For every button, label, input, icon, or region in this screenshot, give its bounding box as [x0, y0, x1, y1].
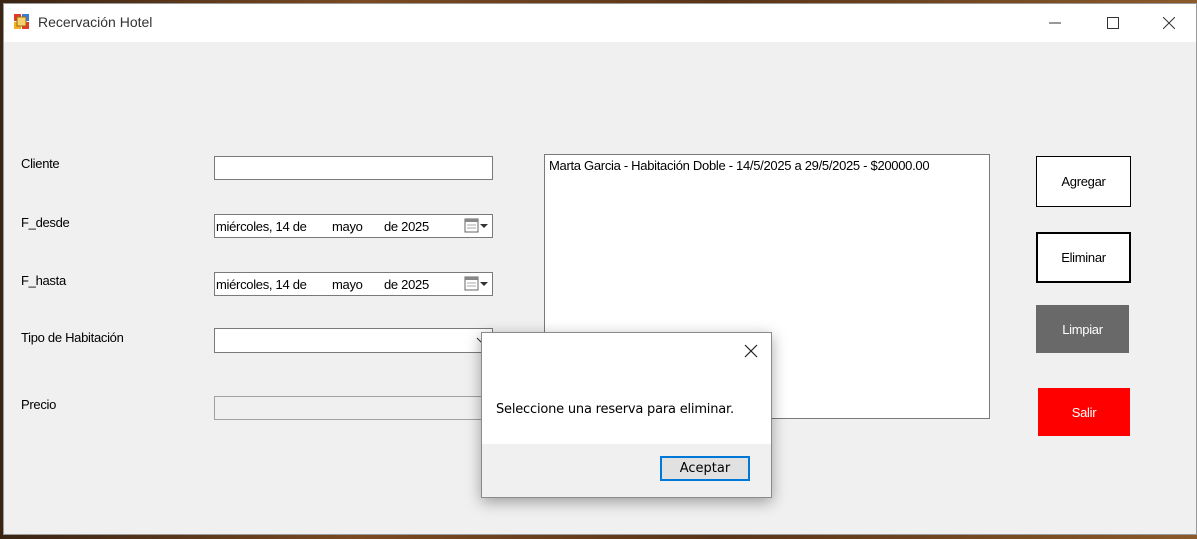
cliente-label: Cliente	[21, 156, 60, 171]
minimize-icon	[1049, 22, 1061, 24]
minimize-button[interactable]	[1026, 4, 1084, 42]
f-hasta-year: de 2025	[384, 277, 429, 292]
tipo-habitacion-label: Tipo de Habitación	[21, 330, 124, 345]
calendar-dropdown-icon[interactable]	[464, 276, 490, 292]
dialog-footer: Aceptar	[482, 444, 771, 497]
f-desde-year: de 2025	[384, 219, 429, 234]
list-item[interactable]: Marta Garcia - Habitación Doble - 14/5/2…	[549, 158, 930, 173]
salir-button[interactable]: Salir	[1038, 388, 1130, 436]
f-desde-label: F_desde	[21, 215, 70, 230]
cliente-input[interactable]	[214, 156, 493, 180]
f-hasta-datepicker[interactable]: miércoles, 14 de mayo de 2025	[214, 272, 493, 296]
title-bar[interactable]: Recervación Hotel	[4, 4, 1196, 42]
calendar-dropdown-icon[interactable]	[464, 218, 490, 234]
f-hasta-day: miércoles, 14 de	[216, 277, 307, 292]
precio-input[interactable]	[214, 396, 493, 420]
aceptar-button[interactable]: Aceptar	[660, 456, 750, 481]
precio-label: Precio	[21, 397, 57, 412]
close-icon[interactable]	[743, 343, 759, 359]
close-button[interactable]	[1140, 4, 1197, 42]
f-desde-month: mayo	[332, 219, 363, 234]
message-dialog: Seleccione una reserva para eliminar. Ac…	[481, 332, 772, 498]
tipo-habitacion-combobox[interactable]	[214, 328, 493, 353]
agregar-button[interactable]: Agregar	[1036, 156, 1131, 207]
maximize-button[interactable]	[1084, 4, 1142, 42]
f-desde-day: miércoles, 14 de	[216, 219, 307, 234]
close-icon	[1163, 17, 1175, 29]
f-hasta-label: F_hasta	[21, 273, 66, 288]
app-icon	[14, 14, 29, 29]
dialog-message: Seleccione una reserva para eliminar.	[496, 402, 734, 417]
eliminar-button[interactable]: Eliminar	[1036, 232, 1131, 283]
window-title: Recervación Hotel	[38, 14, 153, 30]
maximize-icon	[1107, 17, 1119, 29]
f-hasta-month: mayo	[332, 277, 363, 292]
f-desde-datepicker[interactable]: miércoles, 14 de mayo de 2025	[214, 214, 493, 238]
limpiar-button[interactable]: Limpiar	[1036, 305, 1129, 353]
